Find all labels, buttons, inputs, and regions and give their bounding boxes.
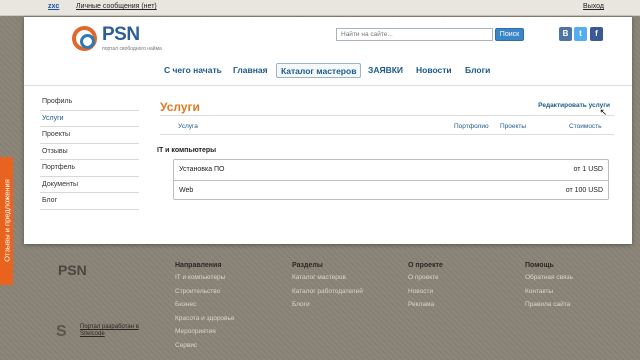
twitter-icon[interactable]: t (574, 27, 587, 41)
divider (160, 115, 614, 116)
services-list: Установка ПО от 1 USD Web от 100 USD (173, 159, 609, 200)
footer-link[interactable]: Реклама (408, 301, 443, 315)
footer-column-directions: Направления IT и компьютеры Строительств… (175, 262, 235, 355)
messages-link[interactable]: Личные сообщения (нет) (76, 3, 157, 10)
sidebar-item-documents[interactable]: Документы (40, 177, 139, 193)
main-panel: PSN портал свободного найма Поиск В t f … (24, 17, 632, 244)
footer-link[interactable]: Красота и здоровье (175, 315, 235, 329)
footer-link[interactable]: Каталог мастеров (292, 274, 363, 288)
nav-item-blogs[interactable]: Блоги (465, 63, 490, 78)
sidebar-item-profile[interactable]: Профиль (40, 94, 139, 111)
footer-link[interactable]: Обратная связь (525, 274, 573, 288)
sidebar-item-reviews[interactable]: Отзывы (40, 144, 139, 160)
nav-item-news[interactable]: Новости (416, 63, 452, 78)
service-name: Установка ПО (179, 166, 225, 173)
nav-item-getting-started[interactable]: С чего начать (164, 63, 222, 78)
footer-heading: Направления (175, 262, 222, 269)
column-header-projects[interactable]: Проекты (500, 123, 526, 130)
nav-item-home[interactable]: Главная (233, 63, 268, 78)
divider (160, 134, 614, 135)
site-logo[interactable]: PSN портал свободного найма (72, 24, 182, 61)
list-item[interactable]: Web от 100 USD (174, 180, 608, 200)
footer-logo[interactable]: PSN (58, 262, 87, 278)
column-header-portfolio[interactable]: Портфолио (454, 123, 489, 130)
footer-link[interactable]: Сервис (175, 342, 235, 356)
developer-credit-link[interactable]: Портал разработан в Siteicode (80, 324, 140, 338)
footer-link[interactable]: Блоги (292, 301, 363, 315)
footer-heading: Разделы (292, 262, 323, 269)
logo-text: PSN (102, 24, 140, 45)
profile-sidebar: Профиль Услуги Проекты Отзывы Портфель Д… (40, 94, 139, 210)
service-name: Web (179, 187, 194, 194)
sidebar-item-portfolio[interactable]: Портфель (40, 160, 139, 177)
nav-divider (24, 85, 632, 86)
footer-link[interactable]: Новости (408, 288, 443, 302)
service-price: от 1 USD (573, 166, 603, 173)
footer-link[interactable]: Бизнес (175, 301, 235, 315)
logo-ring-icon (72, 26, 97, 51)
nav-item-requests[interactable]: ЗАЯВКИ (368, 63, 403, 78)
footer-heading: О проекте (408, 262, 443, 269)
search-button[interactable]: Поиск (495, 28, 524, 41)
sidebar-item-projects[interactable]: Проекты (40, 127, 139, 144)
footer-column-about: О проекте О проекте Новости Реклама (408, 262, 443, 315)
list-item[interactable]: Установка ПО от 1 USD (174, 160, 608, 180)
footer-link[interactable]: Контакты (525, 288, 573, 302)
developer-logo-icon: S (56, 323, 67, 340)
footer-link[interactable]: Мероприятия (175, 328, 235, 342)
footer-link[interactable]: IT и компьютеры (175, 274, 235, 288)
footer-link[interactable]: Строительство (175, 288, 235, 302)
footer-heading: Помощь (525, 262, 554, 269)
logo-tagline: портал свободного найма (102, 46, 162, 52)
category-heading: IT и компьютеры (157, 147, 217, 154)
footer-link[interactable]: О проекте (408, 274, 443, 288)
username-link[interactable]: zxc (48, 3, 59, 10)
footer-link[interactable]: Каталог работодателей (292, 288, 363, 302)
sidebar-item-blog[interactable]: Блог (40, 193, 139, 210)
feedback-tab[interactable]: Отзывы и предложения (0, 157, 13, 285)
sidebar-item-services[interactable]: Услуги (40, 111, 139, 127)
top-bar: zxc Личные сообщения (нет) Выход (0, 0, 640, 16)
search-input[interactable] (336, 28, 493, 41)
footer-column-help: Помощь Обратная связь Контакты Правила с… (525, 262, 573, 315)
vk-icon[interactable]: В (559, 27, 572, 41)
footer-column-sections: Разделы Каталог мастеров Каталог работод… (292, 262, 363, 315)
column-header-service[interactable]: Услуга (178, 123, 198, 130)
facebook-icon[interactable]: f (590, 27, 603, 41)
footer-link[interactable]: Правила сайта (525, 301, 573, 315)
logout-link[interactable]: Выход (583, 3, 604, 10)
nav-item-masters-catalog[interactable]: Каталог мастеров (276, 63, 362, 78)
column-header-cost[interactable]: Стоимость (569, 123, 602, 130)
service-price: от 100 USD (565, 187, 603, 194)
feedback-tab-label: Отзывы и предложения (2, 179, 12, 262)
page-title: Услуги (160, 100, 200, 114)
mouse-cursor-icon: ↖ (599, 107, 607, 117)
